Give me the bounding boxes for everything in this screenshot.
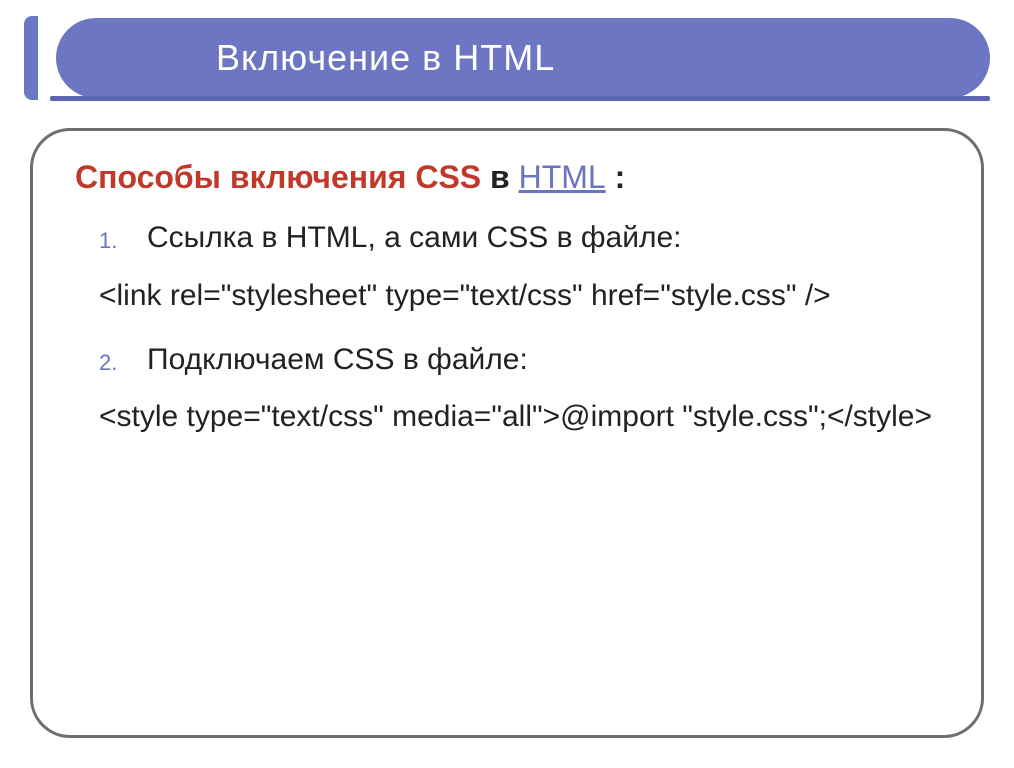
subtitle-highlight: Способы включения CSS xyxy=(75,159,481,195)
subtitle-after: : xyxy=(606,159,626,195)
subtitle-in-text: в xyxy=(481,159,518,195)
item-header-1: Ссылка в HTML, а сами CSS в файле: xyxy=(75,218,939,259)
item-header-2: Подключаем CSS в файле: xyxy=(75,340,939,381)
content-box: Способы включения CSS в HTML : Ссылка в … xyxy=(30,128,984,738)
slide-container: Включение в HTML Способы включения CSS в… xyxy=(0,0,1014,768)
list-item: Подключаем CSS в файле: <style type="tex… xyxy=(75,340,939,440)
slide-title: Включение в HTML xyxy=(216,37,555,79)
title-bar: Включение в HTML xyxy=(56,18,990,98)
code-line-2: <style type="text/css" media="all">@impo… xyxy=(99,394,939,439)
title-decoration-cap xyxy=(24,16,38,100)
title-accent-line xyxy=(50,96,990,101)
code-line-1: <link rel="stylesheet" type="text/css" h… xyxy=(99,273,939,318)
subtitle-html-link[interactable]: HTML xyxy=(519,159,606,195)
list-item: Ссылка в HTML, а сами CSS в файле: <link… xyxy=(75,218,939,318)
subtitle: Способы включения CSS в HTML : xyxy=(75,159,939,196)
methods-list: Ссылка в HTML, а сами CSS в файле: <link… xyxy=(75,218,939,439)
